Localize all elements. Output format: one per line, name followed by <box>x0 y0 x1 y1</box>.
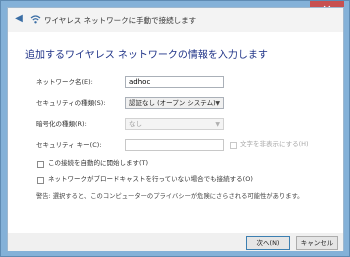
security-key-row: セキュリティ キー(C): 文字を非表示にする(H) <box>36 139 341 151</box>
back-arrow-icon[interactable]: ◀ <box>13 13 25 25</box>
encryption-type-value: なし <box>129 120 142 128</box>
security-key-field[interactable] <box>125 139 224 151</box>
dialog-window: ✕ ◀ ワイヤレス ネットワークに手動で接続します 追加するワイヤレス ネットワ… <box>0 0 350 257</box>
wizard-header: ◀ ワイヤレス ネットワークに手動で接続します <box>8 8 343 32</box>
security-type-value: 認証なし (オープン システム) <box>129 99 216 107</box>
encryption-type-select[interactable]: なし ▼ <box>125 118 224 130</box>
security-type-select[interactable]: 認証なし (オープン システム) ▼ <box>125 97 224 109</box>
wizard-title: ワイヤレス ネットワークに手動で接続します <box>44 16 197 25</box>
cancel-button[interactable]: キャンセル <box>296 236 338 250</box>
hide-characters-label: 文字を非表示にする(H) <box>240 140 309 148</box>
security-key-label: セキュリティ キー(C): <box>36 141 102 149</box>
wifi-icon <box>30 15 41 24</box>
chevron-down-icon: ▼ <box>215 100 220 107</box>
connect-hidden-checkbox[interactable] <box>37 177 44 184</box>
network-name-field[interactable]: adhoc <box>125 76 224 88</box>
chevron-down-icon: ▼ <box>215 121 220 128</box>
page-heading: 追加するワイヤレス ネットワークの情報を入力します <box>25 50 268 61</box>
security-type-label: セキュリティの種類(S): <box>36 99 106 107</box>
network-name-label: ネットワーク名(E): <box>36 78 93 86</box>
security-type-row: セキュリティの種類(S): 認証なし (オープン システム) ▼ <box>36 97 336 109</box>
auto-connect-label: この接続を自動的に開始します(T) <box>48 159 149 167</box>
auto-connect-checkbox[interactable] <box>37 161 44 168</box>
connect-hidden-label: ネットワークがブロードキャストを行っていない場合でも接続する(O) <box>48 175 253 183</box>
hide-characters-checkbox[interactable] <box>230 142 237 149</box>
next-button[interactable]: 次へ(N) <box>246 236 290 250</box>
encryption-type-row: 暗号化の種類(R): なし ▼ <box>36 118 336 130</box>
privacy-warning: 警告: 選択すると、このコンピューターのプライバシーが危険にさらされる可能性があ… <box>36 193 304 200</box>
dialog-content: ◀ ワイヤレス ネットワークに手動で接続します 追加するワイヤレス ネットワーク… <box>7 7 344 251</box>
encryption-type-label: 暗号化の種類(R): <box>36 120 87 128</box>
network-name-row: ネットワーク名(E): adhoc <box>36 76 336 88</box>
dialog-footer: 次へ(N) キャンセル <box>8 233 343 251</box>
